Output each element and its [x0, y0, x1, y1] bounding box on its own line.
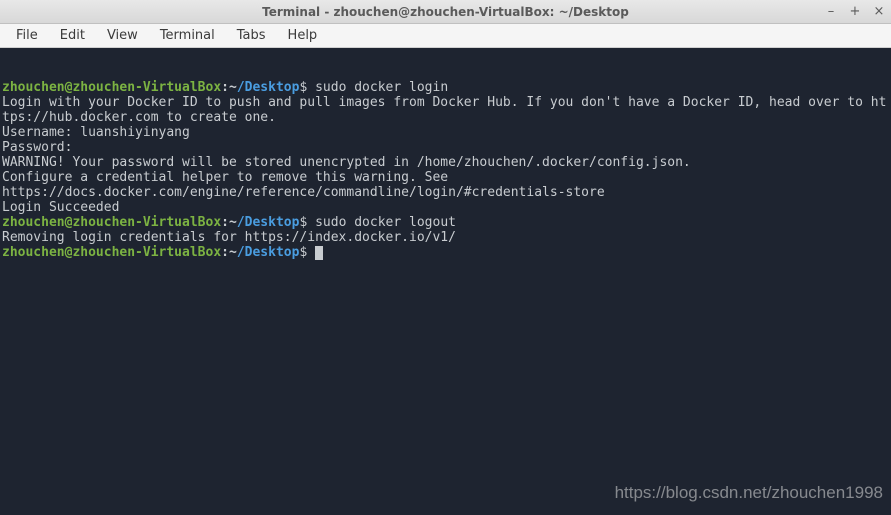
prompt-sep: : — [221, 215, 229, 230]
terminal-command: sudo docker logout — [315, 215, 456, 230]
menu-tabs[interactable]: Tabs — [227, 26, 276, 45]
menu-view[interactable]: View — [97, 26, 148, 45]
terminal-output: Password: — [2, 140, 80, 155]
terminal-line: Username: luanshiyinyang — [2, 125, 889, 140]
terminal-output: Login Succeeded — [2, 200, 119, 215]
terminal-output: Removing login credentials for https://i… — [2, 230, 456, 245]
terminal-output: Login with your Docker ID to push and pu… — [2, 95, 886, 125]
terminal-area[interactable]: zhouchen@zhouchen-VirtualBox:~/Desktop$ … — [0, 48, 891, 515]
menu-file[interactable]: File — [6, 26, 48, 45]
prompt-tilde: ~ — [229, 80, 237, 95]
terminal-line: Login Succeeded — [2, 200, 889, 215]
prompt-dir: Desktop — [245, 245, 300, 260]
cursor-icon — [315, 246, 323, 260]
window-controls: – + × — [823, 0, 887, 23]
maximize-button[interactable]: + — [847, 4, 863, 19]
terminal-output: https://docs.docker.com/engine/reference… — [2, 185, 605, 200]
prompt-sep: : — [221, 80, 229, 95]
titlebar: Terminal - zhouchen@zhouchen-VirtualBox:… — [0, 0, 891, 24]
menu-terminal[interactable]: Terminal — [150, 26, 225, 45]
menu-edit[interactable]: Edit — [50, 26, 95, 45]
prompt-userhost: zhouchen@zhouchen-VirtualBox — [2, 80, 221, 95]
menubar: File Edit View Terminal Tabs Help — [0, 24, 891, 48]
terminal-line: Password: — [2, 140, 889, 155]
terminal-line: Login with your Docker ID to push and pu… — [2, 95, 889, 125]
window-title: Terminal - zhouchen@zhouchen-VirtualBox:… — [262, 5, 629, 19]
prompt-slash: / — [237, 245, 245, 260]
terminal-line: https://docs.docker.com/engine/reference… — [2, 185, 889, 200]
prompt-dir: Desktop — [245, 215, 300, 230]
prompt-dollar: $ — [299, 215, 315, 230]
menu-help[interactable]: Help — [278, 26, 328, 45]
terminal-line: Removing login credentials for https://i… — [2, 230, 889, 245]
terminal-output: Configure a credential helper to remove … — [2, 170, 448, 185]
terminal-window: Terminal - zhouchen@zhouchen-VirtualBox:… — [0, 0, 891, 515]
prompt-slash: / — [237, 80, 245, 95]
terminal-line: zhouchen@zhouchen-VirtualBox:~/Desktop$ — [2, 245, 889, 260]
prompt-dir: Desktop — [245, 80, 300, 95]
terminal-line: Configure a credential helper to remove … — [2, 170, 889, 185]
terminal-output: Username: luanshiyinyang — [2, 125, 190, 140]
close-button[interactable]: × — [871, 4, 887, 19]
prompt-dollar: $ — [299, 80, 315, 95]
prompt-sep: : — [221, 245, 229, 260]
prompt-slash: / — [237, 215, 245, 230]
terminal-line: zhouchen@zhouchen-VirtualBox:~/Desktop$ … — [2, 80, 889, 95]
minimize-button[interactable]: – — [823, 4, 839, 19]
prompt-tilde: ~ — [229, 245, 237, 260]
terminal-line: WARNING! Your password will be stored un… — [2, 155, 889, 170]
terminal-line: zhouchen@zhouchen-VirtualBox:~/Desktop$ … — [2, 215, 889, 230]
prompt-dollar: $ — [299, 245, 315, 260]
terminal-command: sudo docker login — [315, 80, 448, 95]
terminal-output: WARNING! Your password will be stored un… — [2, 155, 691, 170]
prompt-userhost: zhouchen@zhouchen-VirtualBox — [2, 215, 221, 230]
prompt-tilde: ~ — [229, 215, 237, 230]
prompt-userhost: zhouchen@zhouchen-VirtualBox — [2, 245, 221, 260]
